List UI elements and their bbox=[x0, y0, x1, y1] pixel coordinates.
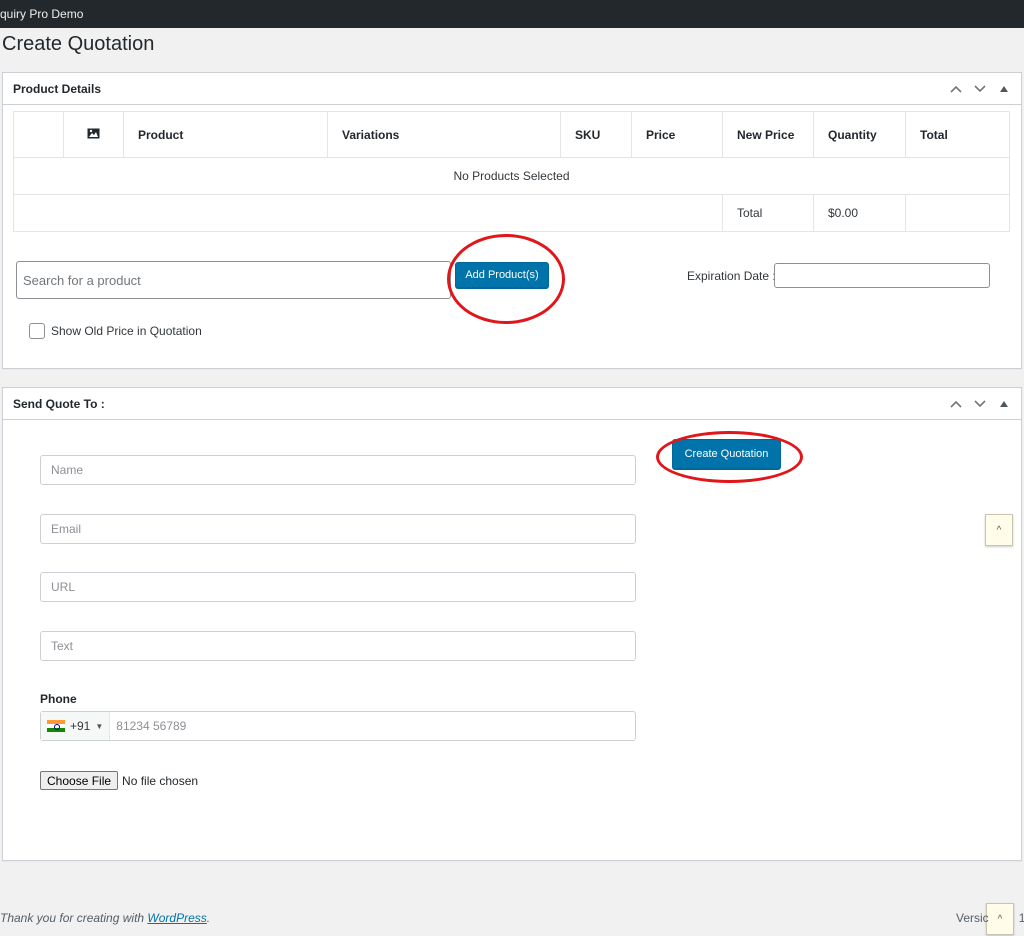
expiration-date-label: Expiration Date : bbox=[687, 269, 776, 283]
phone-field: +91 ▼ bbox=[40, 711, 636, 741]
image-icon bbox=[87, 128, 100, 142]
india-flag-icon bbox=[47, 720, 65, 732]
send-quote-box: Send Quote To : Create Quotation Phone +… bbox=[2, 387, 1022, 861]
total-label: Total bbox=[722, 194, 814, 232]
create-quotation-button[interactable]: Create Quotation bbox=[672, 439, 781, 469]
product-search-input[interactable] bbox=[16, 261, 451, 299]
show-old-price-label: Show Old Price in Quotation bbox=[51, 324, 202, 338]
show-old-price-checkbox[interactable] bbox=[29, 323, 45, 339]
product-details-header: Product Details bbox=[3, 73, 1021, 105]
name-field[interactable] bbox=[40, 455, 636, 485]
table-total-row: Total $0.00 bbox=[13, 194, 1010, 232]
footer-version-tail: 1 bbox=[1018, 911, 1024, 925]
wordpress-link[interactable]: WordPress bbox=[147, 911, 206, 925]
send-quote-title: Send Quote To : bbox=[13, 396, 105, 411]
add-products-button[interactable]: Add Product(s) bbox=[455, 262, 549, 288]
total-value: $0.00 bbox=[813, 194, 906, 232]
column-header-total: Total bbox=[905, 111, 1010, 158]
page-title: Create Quotation bbox=[2, 33, 155, 56]
column-header-sku: SKU bbox=[560, 111, 632, 158]
admin-bar: quiry Pro Demo bbox=[0, 0, 1024, 28]
show-old-price-option[interactable]: Show Old Price in Quotation bbox=[29, 323, 202, 339]
chevron-up-icon[interactable] bbox=[947, 80, 965, 98]
column-header-variations: Variations bbox=[327, 111, 561, 158]
country-code: +91 bbox=[70, 719, 91, 733]
handle-actions bbox=[947, 395, 1013, 413]
table-header-row: Product Variations SKU Price New Price Q… bbox=[13, 111, 1010, 158]
column-header-price: Price bbox=[631, 111, 723, 158]
handle-actions bbox=[947, 80, 1013, 98]
empty-message: No Products Selected bbox=[13, 157, 1010, 195]
chevron-up-icon[interactable] bbox=[947, 395, 965, 413]
phone-input[interactable] bbox=[110, 713, 635, 739]
column-header-image bbox=[63, 111, 124, 158]
footer-thanks: Thank you for creating with WordPress. bbox=[0, 911, 210, 925]
triangle-up-icon[interactable] bbox=[995, 395, 1013, 413]
expiration-date-input[interactable] bbox=[774, 263, 990, 288]
scroll-top-button[interactable]: ^ bbox=[985, 514, 1013, 546]
total-empty bbox=[905, 194, 1010, 232]
choose-file-button[interactable]: Choose File bbox=[40, 771, 119, 790]
product-details-title: Product Details bbox=[13, 81, 102, 96]
footer-thanks-prefix: Thank you for creating with bbox=[0, 911, 148, 925]
footer-thanks-suffix: . bbox=[206, 911, 211, 925]
product-details-box: Product Details Product Variations SKU P… bbox=[2, 72, 1022, 369]
phone-label: Phone bbox=[40, 692, 77, 706]
file-upload: Choose File No file chosen bbox=[40, 771, 198, 790]
table-row: No Products Selected bbox=[13, 157, 1010, 195]
column-header-product: Product bbox=[123, 111, 328, 158]
url-field[interactable] bbox=[40, 572, 636, 602]
email-field[interactable] bbox=[40, 514, 636, 544]
column-header-quantity: Quantity bbox=[813, 111, 906, 158]
caret-down-icon: ▼ bbox=[95, 721, 104, 731]
products-table: Product Variations SKU Price New Price Q… bbox=[13, 111, 1010, 232]
send-quote-header: Send Quote To : bbox=[3, 388, 1021, 420]
triangle-up-icon[interactable] bbox=[995, 80, 1013, 98]
footer-version-fragment: Versic bbox=[956, 911, 989, 925]
text-field[interactable] bbox=[40, 631, 636, 661]
country-code-select[interactable]: +91 ▼ bbox=[41, 712, 111, 740]
column-header-new-price: New Price bbox=[722, 111, 814, 158]
chevron-down-icon[interactable] bbox=[971, 395, 989, 413]
site-name[interactable]: quiry Pro Demo bbox=[0, 7, 83, 21]
total-spacer bbox=[13, 194, 723, 232]
chevron-down-icon[interactable] bbox=[971, 80, 989, 98]
column-header-remove bbox=[13, 111, 64, 158]
no-file-chosen: No file chosen bbox=[122, 773, 199, 788]
footer-version: Versic 1 bbox=[956, 911, 1024, 925]
